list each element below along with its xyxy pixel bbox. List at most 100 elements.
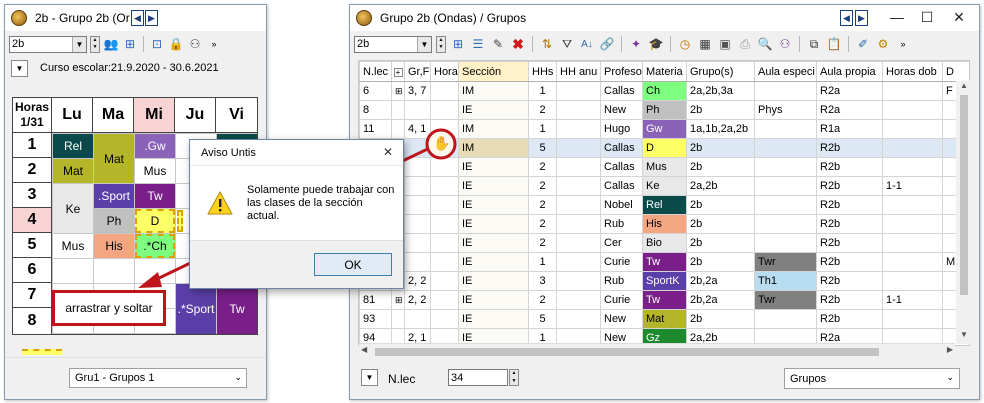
cell-horas-dobles[interactable]: 1-1 [882, 176, 943, 196]
cell-materia[interactable]: Mat [642, 309, 687, 329]
cell-aula-especial[interactable]: Twr [754, 252, 817, 272]
cell-hhs[interactable]: 1 [528, 119, 557, 139]
cell-materia[interactable]: D [642, 138, 687, 158]
cell-horas-dobles[interactable] [882, 195, 943, 215]
table-row[interactable]: 8 IE 2 New Ph 2b Phys R2a [359, 100, 969, 120]
col-header-horas-dobles[interactable]: Horas dob [882, 61, 943, 82]
col-header-nlec[interactable]: N.lec [359, 61, 392, 82]
cell-horas-dobles[interactable] [882, 271, 943, 291]
lesson-lu-mus[interactable]: Mus [53, 234, 93, 258]
lesson-ma-his[interactable]: His [94, 234, 134, 258]
cell-grupos[interactable]: 2b [686, 252, 755, 272]
scroll-up-icon[interactable]: ▲ [956, 81, 972, 95]
cell-grupos[interactable]: 2b [686, 157, 755, 177]
cell-hhanu[interactable] [556, 100, 601, 120]
filter-icon[interactable]: ⛛ [559, 36, 575, 52]
cell-materia[interactable]: Ke [642, 176, 687, 196]
print-preview-icon[interactable]: ⎙ [737, 36, 753, 52]
cell-gr[interactable]: 2, 2 [404, 271, 431, 291]
cell-seccion[interactable]: IE [458, 252, 529, 272]
footer-collapse-button[interactable]: ▼ [361, 369, 378, 386]
class-combo[interactable]: 2b ▼ [9, 35, 87, 53]
cell-profesor[interactable]: Callas [600, 157, 643, 177]
cell-profesor[interactable]: Cer [600, 233, 643, 253]
clock-icon[interactable]: ◷ [677, 36, 693, 52]
table-row[interactable]: IE 2 Cer Bio 2b R2b [359, 233, 969, 253]
cell-seccion[interactable]: IE [458, 214, 529, 234]
cell-seccion[interactable]: IM [458, 81, 529, 101]
teachers-icon[interactable]: 👥 [103, 36, 119, 52]
lesson-mi-tw[interactable]: Tw [135, 184, 175, 208]
cell-materia[interactable]: Tw [642, 252, 687, 272]
nlec-field[interactable]: 34 [448, 369, 508, 386]
view-select[interactable]: Grupos ⌄ [784, 368, 960, 389]
cell-horas-dobles[interactable] [882, 100, 943, 120]
cell-hora[interactable] [430, 309, 459, 329]
cell-aula-propia[interactable]: R2b [816, 233, 883, 253]
list-icon[interactable]: ☰ [470, 36, 486, 52]
cell-grupos[interactable]: 2b,2a [686, 290, 755, 310]
cell-aula-propia[interactable]: R2a [816, 81, 883, 101]
cell-profesor[interactable]: Curie [600, 252, 643, 272]
col-header-gr[interactable]: Gr,F [404, 61, 431, 82]
settings-icon[interactable]: ⚙ [875, 36, 891, 52]
cell-hhs[interactable]: 2 [528, 290, 557, 310]
cell-materia[interactable]: Gw [642, 119, 687, 139]
cell-grupos[interactable]: 2b [686, 100, 755, 120]
nlec-spinner[interactable]: ▲ ▼ [509, 369, 519, 386]
prev-icon[interactable]: ◀ [131, 10, 144, 26]
cell-hhs[interactable]: 2 [528, 195, 557, 215]
cell-hhs[interactable]: 2 [528, 157, 557, 177]
cell-profesor[interactable]: New [600, 309, 643, 329]
cell-grupos[interactable]: 2a,2b,3a [686, 81, 755, 101]
cell-hora[interactable] [430, 100, 459, 120]
lesson-mi-mus[interactable]: Mus [135, 159, 175, 183]
cell-hhs[interactable]: 2 [528, 233, 557, 253]
cell-hhs[interactable]: 1 [528, 81, 557, 101]
table-row[interactable]: IE 2 Nobel Rel 2b R2b [359, 195, 969, 215]
horizontal-scroll-thumb[interactable] [375, 348, 879, 356]
table-row[interactable]: 11 4, 1 IM 1 Hugo Gw 1a,1b,2a,2b R1a [359, 119, 969, 139]
cell-gr[interactable]: 4, 1 [404, 119, 431, 139]
lesson-ju-dashed[interactable] [177, 210, 183, 232]
cell-seccion[interactable]: IM [458, 119, 529, 139]
cell-aula-especial[interactable]: Twr [754, 290, 817, 310]
paste-icon[interactable]: 📋 [826, 36, 842, 52]
cell-nlec[interactable]: 6 [359, 81, 392, 101]
cell-hora[interactable] [430, 290, 459, 310]
cell-horas-dobles[interactable] [882, 233, 943, 253]
minimize-icon[interactable]: — [882, 7, 912, 27]
cell-hora[interactable] [430, 233, 459, 253]
cell-grupos[interactable]: 2b [686, 233, 755, 253]
cell-horas-dobles[interactable] [882, 214, 943, 234]
grid-icon[interactable]: ⊞ [450, 36, 466, 52]
lesson-vi-tw[interactable]: Tw [217, 284, 257, 334]
cell-hhanu[interactable] [556, 290, 601, 310]
chevron-down-icon[interactable]: ▼ [72, 36, 86, 52]
maximize-icon[interactable]: ☐ [912, 7, 942, 27]
cell-hhanu[interactable] [556, 176, 601, 196]
vertical-scrollbar[interactable]: ▲ ▼ [956, 81, 972, 344]
cell-seccion[interactable]: IE [458, 176, 529, 196]
cell-gr[interactable] [404, 176, 431, 196]
prev-icon[interactable]: ◀ [840, 10, 853, 26]
sort-icon[interactable]: ⇅ [539, 36, 555, 52]
cell-grupos[interactable]: 2b [686, 214, 755, 234]
cell-materia[interactable]: Ch [642, 81, 687, 101]
new-icon[interactable]: ✎ [490, 36, 506, 52]
cell-nlec[interactable]: 8 [359, 100, 392, 120]
cell-aula-propia[interactable]: R2b [816, 271, 883, 291]
cell-aula-propia[interactable]: R2b [816, 138, 883, 158]
ok-button[interactable]: OK [314, 253, 392, 276]
cell-aula-propia[interactable]: R2b [816, 252, 883, 272]
cell-horas-dobles[interactable] [882, 252, 943, 272]
cell-hora[interactable] [430, 176, 459, 196]
col-header-expand[interactable]: + [391, 61, 405, 82]
overflow-icon[interactable]: » [895, 36, 911, 52]
cell-materia[interactable]: His [642, 214, 687, 234]
table-row[interactable]: 81 ⊞ 2, 2 IE 2 Curie Tw 2b,2a Twr R2b 1-1 [359, 290, 969, 310]
cell-nlec[interactable]: 81 [359, 290, 392, 310]
layout-icon[interactable]: ⊡ [149, 36, 165, 52]
lock-icon[interactable]: 🔒 [168, 36, 184, 52]
table-row[interactable]: IE 2 Rub His 2b R2b [359, 214, 969, 234]
